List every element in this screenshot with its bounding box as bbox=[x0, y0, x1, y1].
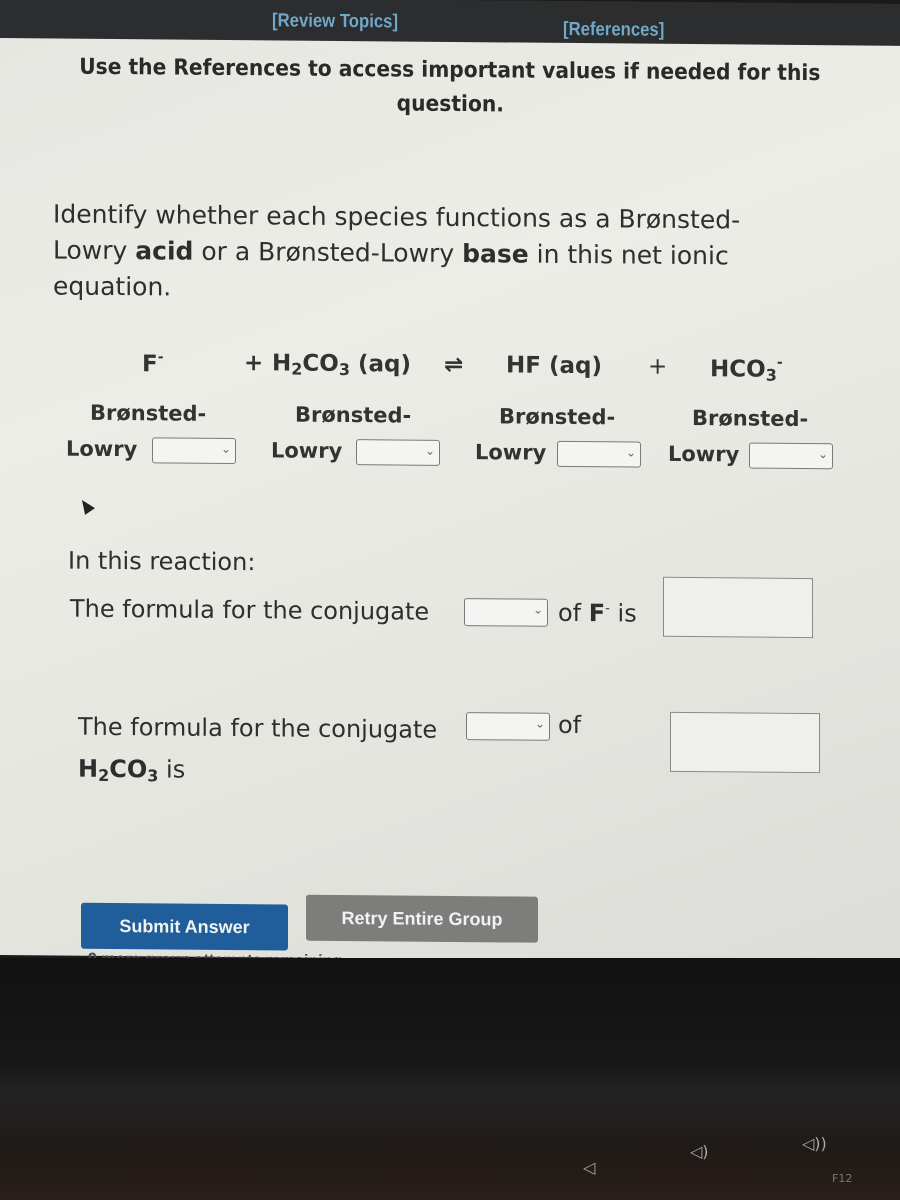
banner-line-2: question. bbox=[396, 91, 504, 118]
conjugate-1-of-species: of F- is bbox=[558, 598, 637, 628]
conjugate-2-type-dropdown[interactable]: ⌄ bbox=[466, 712, 550, 741]
species-2-role-dropdown[interactable]: ⌄ bbox=[356, 439, 440, 466]
plus-sign-2: + bbox=[648, 353, 668, 380]
submit-answer-button[interactable]: Submit Answer bbox=[81, 902, 288, 951]
species-carbonic-acid: H2CO3 (aq) bbox=[272, 350, 411, 380]
chevron-down-icon: ⌄ bbox=[424, 443, 435, 458]
species-fluoride: F- bbox=[142, 349, 164, 378]
species-4-label-line2: Lowry bbox=[668, 441, 740, 467]
question-prompt: Identify whether each species functions … bbox=[53, 196, 813, 311]
base-keyword: base bbox=[462, 239, 529, 269]
species-hydrofluoric-acid: HF (aq) bbox=[506, 352, 602, 380]
references-link[interactable]: [References] bbox=[563, 19, 664, 42]
volume-mute-key-icon: ◁ bbox=[583, 1158, 596, 1177]
species-1-role-dropdown[interactable]: ⌄ bbox=[152, 437, 236, 465]
volume-up-key-icon: ◁)) bbox=[802, 1134, 827, 1153]
top-nav-bar: [Review Topics] [References] bbox=[0, 0, 900, 46]
conjugate-1-prefix: The formula for the conjugate bbox=[70, 594, 430, 626]
net-ionic-equation: F- + H2CO3 (aq) ⇌ HF (aq) + HCO3- bbox=[0, 348, 900, 396]
retry-entire-group-button[interactable]: Retry Entire Group bbox=[306, 894, 538, 943]
f12-key-label: F12 bbox=[832, 1172, 853, 1185]
species-2-label-line1: Brønsted- bbox=[295, 402, 412, 428]
review-topics-link[interactable]: [Review Topics] bbox=[272, 10, 398, 33]
species-1-label-line1: Brønsted- bbox=[90, 400, 207, 426]
laptop-bezel: ◁ ◁) ◁)) F12 bbox=[0, 958, 900, 1200]
chevron-down-icon: ⌄ bbox=[532, 602, 543, 617]
conjugate-1-type-dropdown[interactable]: ⌄ bbox=[464, 598, 548, 627]
equilibrium-arrow: ⇌ bbox=[444, 351, 464, 379]
chevron-down-icon: ⌄ bbox=[625, 445, 636, 460]
mouse-cursor-icon bbox=[77, 496, 95, 515]
chevron-down-icon: ⌄ bbox=[817, 447, 828, 462]
chevron-down-icon: ⌄ bbox=[534, 716, 545, 731]
species-bicarbonate: HCO3- bbox=[710, 354, 783, 385]
species-2-label-line2: Lowry bbox=[271, 438, 343, 463]
chevron-down-icon: ⌄ bbox=[220, 441, 231, 457]
plus-sign-1: + bbox=[244, 350, 264, 377]
volume-down-key-icon: ◁) bbox=[690, 1142, 709, 1161]
reaction-heading: In this reaction: bbox=[68, 546, 256, 577]
species-3-role-dropdown[interactable]: ⌄ bbox=[557, 440, 641, 468]
conjugate-2-species: H2CO3 is bbox=[78, 754, 186, 786]
conjugate-2-of: of bbox=[558, 710, 582, 740]
conjugate-1-answer-input[interactable] bbox=[663, 576, 813, 639]
species-1-label-line2: Lowry bbox=[66, 436, 138, 462]
references-banner: Use the References to access important v… bbox=[0, 50, 900, 126]
species-4-label-line1: Brønsted- bbox=[692, 406, 809, 432]
browser-screen: [Review Topics] [References] Use the Ref… bbox=[0, 0, 900, 970]
species-4-role-dropdown[interactable]: ⌄ bbox=[749, 442, 833, 470]
species-3-label-line2: Lowry bbox=[475, 440, 547, 465]
conjugate-2-answer-input[interactable] bbox=[670, 711, 820, 774]
acid-keyword: acid bbox=[135, 236, 194, 266]
conjugate-2-prefix: The formula for the conjugate bbox=[78, 712, 438, 744]
species-3-label-line1: Brønsted- bbox=[499, 404, 616, 430]
banner-line-1: Use the References to access important v… bbox=[79, 54, 821, 87]
question-text-2: or a Brønsted-Lowry bbox=[193, 236, 463, 269]
